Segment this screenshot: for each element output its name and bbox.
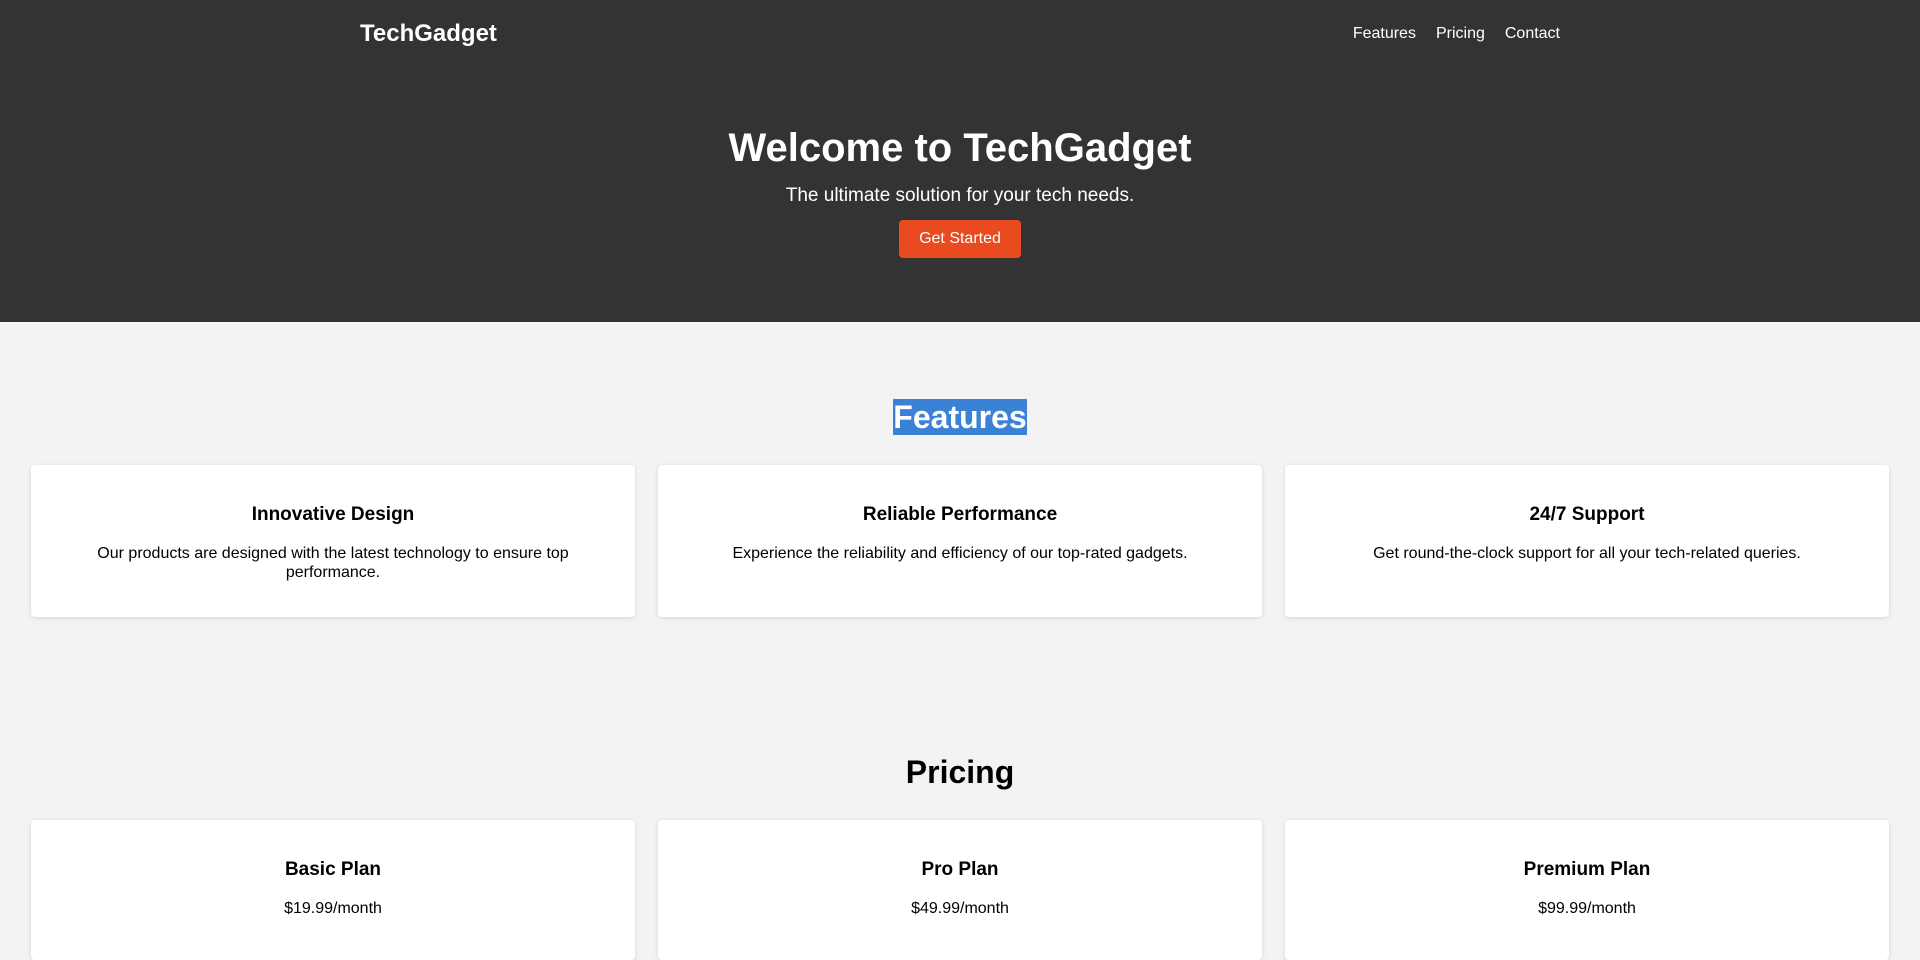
- feature-title: 24/7 Support: [1529, 504, 1645, 525]
- plan-price: $49.99/month: [911, 900, 1009, 917]
- nav-link-pricing[interactable]: Pricing: [1436, 25, 1485, 43]
- plan-name: Pro Plan: [921, 859, 999, 880]
- plan-price: $19.99/month: [284, 900, 382, 917]
- brand-logo[interactable]: TechGadget: [360, 20, 497, 48]
- feature-cards: Innovative Design Our products are desig…: [0, 465, 1920, 617]
- get-started-button[interactable]: Get Started: [899, 220, 1021, 258]
- pricing-cards: Basic Plan $19.99/month Pro Plan $49.99/…: [0, 820, 1920, 960]
- pricing-card: Premium Plan $99.99/month: [1285, 820, 1889, 960]
- feature-text: Our products are designed with the lates…: [97, 545, 569, 581]
- feature-title: Innovative Design: [251, 504, 415, 525]
- hero: Welcome to TechGadget The ultimate solut…: [0, 122, 1920, 258]
- site-header: TechGadget Features Pricing Contact Welc…: [0, 0, 1920, 322]
- pricing-card: Pro Plan $49.99/month: [658, 820, 1262, 960]
- top-navbar: TechGadget Features Pricing Contact: [360, 0, 1560, 68]
- nav-link-features[interactable]: Features: [1353, 25, 1416, 43]
- plan-name: Premium Plan: [1523, 859, 1651, 880]
- nav-link-contact[interactable]: Contact: [1505, 25, 1560, 43]
- feature-card: Innovative Design Our products are desig…: [31, 465, 635, 617]
- feature-title: Reliable Performance: [862, 504, 1058, 525]
- hero-title: Welcome to TechGadget: [728, 126, 1192, 170]
- hero-subtitle: The ultimate solution for your tech need…: [785, 185, 1135, 206]
- feature-card: Reliable Performance Experience the reli…: [658, 465, 1262, 617]
- feature-card: 24/7 Support Get round-the-clock support…: [1285, 465, 1889, 617]
- pricing-card: Basic Plan $19.99/month: [31, 820, 635, 960]
- pricing-heading: Pricing: [905, 754, 1015, 790]
- pricing-section: Pricing Basic Plan $19.99/month Pro Plan…: [0, 754, 1920, 960]
- features-heading: Features: [893, 399, 1027, 435]
- features-section: Features Innovative Design Our products …: [0, 399, 1920, 617]
- main-nav: Features Pricing Contact: [1353, 25, 1560, 43]
- feature-text: Experience the reliability and efficienc…: [732, 545, 1188, 562]
- plan-price: $99.99/month: [1538, 900, 1636, 917]
- plan-name: Basic Plan: [284, 859, 382, 880]
- feature-text: Get round-the-clock support for all your…: [1373, 545, 1801, 562]
